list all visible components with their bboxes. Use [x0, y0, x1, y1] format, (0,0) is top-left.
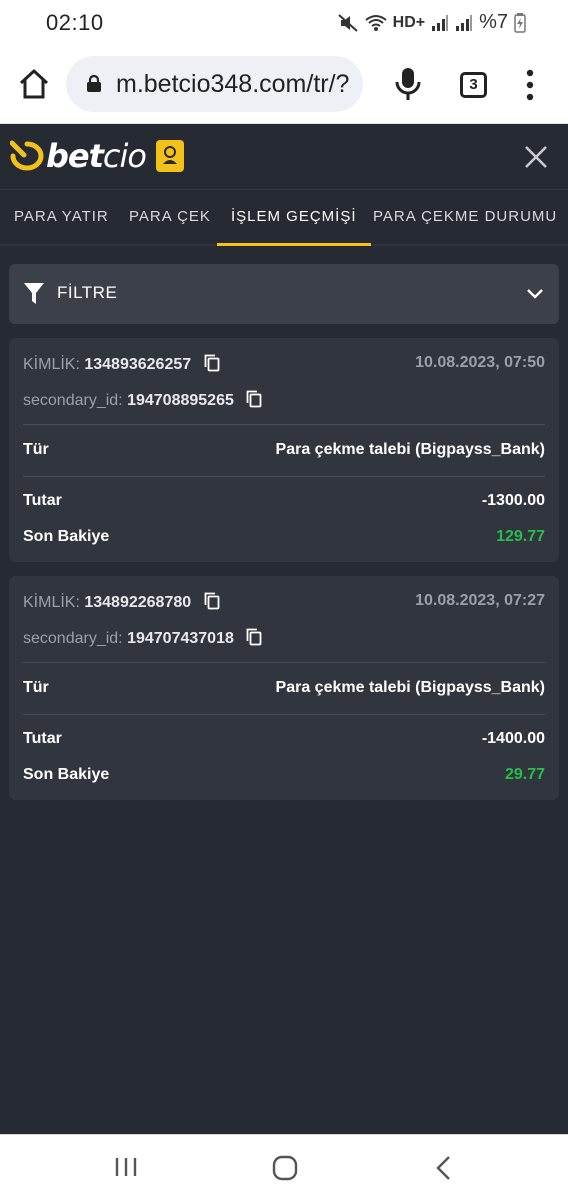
brand-name-bold: bet — [46, 137, 104, 175]
brand-logo[interactable]: betcio — [10, 136, 184, 176]
transaction-card: KİMLİK: 134893626257 10.08.2023, 07:50 s… — [9, 338, 559, 562]
secondary-id: 194707437018 — [127, 630, 234, 647]
recent-apps-icon[interactable] — [114, 1155, 138, 1184]
browser-toolbar: m.betcio348.com/tr/? 3 — [0, 44, 568, 124]
copy-icon[interactable] — [246, 390, 262, 413]
wifi-icon — [365, 14, 387, 32]
brand-mark-icon — [10, 140, 44, 171]
balance-label: Son Bakiye — [23, 528, 110, 545]
brand-name-light: cio — [102, 137, 147, 175]
type-value: Para çekme talebi (Bigpayss_Bank) — [275, 679, 545, 696]
transaction-id: 134893626257 — [84, 356, 192, 373]
divider — [23, 476, 545, 477]
amount-label: Tutar — [23, 730, 62, 747]
home-nav-icon[interactable] — [272, 1155, 298, 1186]
copy-icon[interactable] — [204, 592, 220, 615]
transaction-id-label: KİMLİK: — [23, 594, 80, 611]
more-vert-icon[interactable] — [520, 68, 540, 102]
transaction-tabs: PARA YATIR PARA ÇEK İŞLEM GEÇMİŞİ PARA Ç… — [0, 190, 568, 246]
transaction-date: 10.08.2023, 07:27 — [415, 592, 545, 609]
amount-value: -1300.00 — [481, 492, 545, 509]
divider — [23, 714, 545, 715]
amount-label: Tutar — [23, 492, 62, 509]
home-icon[interactable] — [16, 66, 52, 102]
transaction-id-label: KİMLİK: — [23, 356, 80, 373]
balance-value: 129.77 — [496, 528, 545, 545]
battery-icon — [514, 12, 526, 33]
tab-transaction-history[interactable]: İŞLEM GEÇMİŞİ — [217, 190, 371, 246]
tab-deposit[interactable]: PARA YATIR — [14, 190, 109, 246]
transaction-date: 10.08.2023, 07:50 — [415, 354, 545, 371]
type-label: Tür — [23, 679, 49, 696]
balance-label: Son Bakiye — [23, 766, 110, 783]
transaction-card: KİMLİK: 134892268780 10.08.2023, 07:27 s… — [9, 576, 559, 800]
status-time: 02:10 — [46, 10, 104, 35]
back-icon[interactable] — [434, 1155, 454, 1186]
balance-value: 29.77 — [504, 766, 545, 783]
secondary-id-label: secondary_id: — [23, 392, 123, 409]
type-value: Para çekme talebi (Bigpayss_Bank) — [275, 441, 545, 458]
transaction-id: 134892268780 — [84, 594, 192, 611]
app-header: betcio — [0, 124, 568, 190]
amount-value: -1400.00 — [481, 730, 545, 747]
divider — [23, 424, 545, 425]
secondary-id-label: secondary_id: — [23, 630, 123, 647]
signal-icon — [431, 14, 449, 32]
url-text: m.betcio348.com/tr/? — [116, 70, 350, 98]
system-nav-bar — [0, 1134, 568, 1200]
secondary-id-row: secondary_id: 194708895265 — [23, 390, 545, 413]
filter-icon — [23, 282, 45, 311]
secondary-id: 194708895265 — [127, 392, 234, 409]
divider — [23, 662, 545, 663]
copy-icon[interactable] — [204, 354, 220, 377]
status-bar: 02:10 HD+ %7 — [0, 0, 568, 44]
filter-toggle[interactable]: FİLTRE — [9, 264, 559, 324]
tab-switcher-button[interactable]: 3 — [460, 72, 487, 98]
tab-withdraw-status[interactable]: PARA ÇEKME DURUMU — [373, 190, 557, 246]
copy-icon[interactable] — [246, 628, 262, 651]
chevron-down-icon — [525, 284, 545, 309]
battery-text: %7 — [479, 11, 508, 33]
mic-icon[interactable] — [393, 66, 423, 102]
lock-icon — [86, 74, 102, 98]
filter-label: FİLTRE — [57, 283, 118, 302]
secondary-id-row: secondary_id: 194707437018 — [23, 628, 545, 651]
profile-badge-icon[interactable] — [155, 140, 184, 172]
type-label: Tür — [23, 441, 49, 458]
tab-withdraw[interactable]: PARA ÇEK — [129, 190, 211, 246]
close-icon[interactable] — [522, 143, 550, 171]
signal-icon — [455, 14, 473, 32]
address-bar[interactable]: m.betcio348.com/tr/? — [66, 56, 363, 112]
network-type-label: HD+ — [392, 13, 426, 31]
mute-icon — [337, 13, 359, 33]
brand-name: betcio — [46, 137, 147, 175]
status-icons: HD+ %7 — [337, 11, 526, 34]
